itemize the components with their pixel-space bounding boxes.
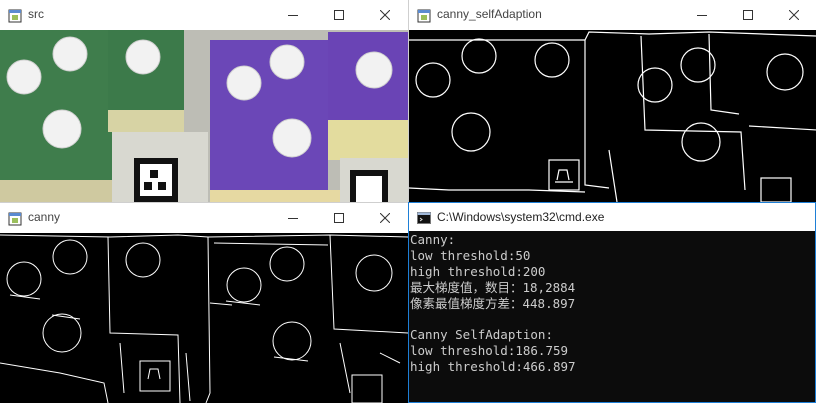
window-src[interactable]: src <box>0 0 408 202</box>
titlebar-cmd[interactable]: C:\Windows\system32\cmd.exe <box>409 203 815 231</box>
maximize-icon <box>334 213 344 223</box>
canny-image <box>0 233 408 403</box>
maximize-icon <box>743 10 753 20</box>
opencv-window-icon <box>8 8 22 23</box>
opencv-window-icon <box>417 8 431 23</box>
opencv-window-icon <box>8 211 22 226</box>
minimize-button[interactable] <box>270 203 316 233</box>
window-title: canny <box>28 210 61 224</box>
window-canny-self-adaption[interactable]: canny_selfAdaption <box>408 0 816 202</box>
canny-self-adaption-image <box>409 30 816 202</box>
window-title: C:\Windows\system32\cmd.exe <box>437 210 605 224</box>
purple-paper <box>210 40 328 192</box>
minimize-button[interactable] <box>679 0 725 30</box>
console-output[interactable]: Canny: low threshold:50 high threshold:200… <box>409 231 815 402</box>
titlebar-src[interactable]: src <box>0 0 408 30</box>
close-button[interactable] <box>362 0 408 30</box>
minimize-button[interactable] <box>270 0 316 30</box>
close-icon <box>380 213 390 223</box>
close-icon <box>789 10 799 20</box>
console-line: low threshold:186.759 <box>410 343 569 359</box>
titlebar-canny-self-adaption[interactable]: canny_selfAdaption <box>409 0 816 30</box>
console-text: Canny: low threshold:50 high threshold:200… <box>410 232 576 375</box>
console-line: high threshold:466.897 <box>410 359 576 375</box>
close-button[interactable] <box>771 0 816 30</box>
console-line: 像素最值梯度方差：448.897 <box>410 295 576 311</box>
maximize-button[interactable] <box>725 0 771 30</box>
titlebar-canny[interactable]: canny <box>0 203 408 233</box>
console-line: Canny: <box>410 232 456 247</box>
close-icon <box>380 10 390 20</box>
cmd-icon <box>417 210 431 224</box>
minimize-icon <box>288 218 298 219</box>
close-button[interactable] <box>362 203 408 233</box>
src-image <box>0 30 408 202</box>
window-canny[interactable]: canny <box>0 202 408 403</box>
window-title: src <box>28 7 44 21</box>
console-line: low threshold:50 <box>410 247 531 263</box>
window-title: canny_selfAdaption <box>437 7 542 21</box>
minimize-icon <box>697 15 707 16</box>
maximize-button[interactable] <box>316 0 362 30</box>
console-line: 最大梯度值，数目：18,2884 <box>410 279 576 295</box>
maximize-button[interactable] <box>316 203 362 233</box>
minimize-icon <box>288 15 298 16</box>
maximize-icon <box>334 10 344 20</box>
console-line: Canny SelfAdaption: <box>410 327 553 343</box>
console-line: high threshold:200 <box>410 263 546 279</box>
window-cmd[interactable]: C:\Windows\system32\cmd.exe Canny: low th… <box>408 202 816 403</box>
